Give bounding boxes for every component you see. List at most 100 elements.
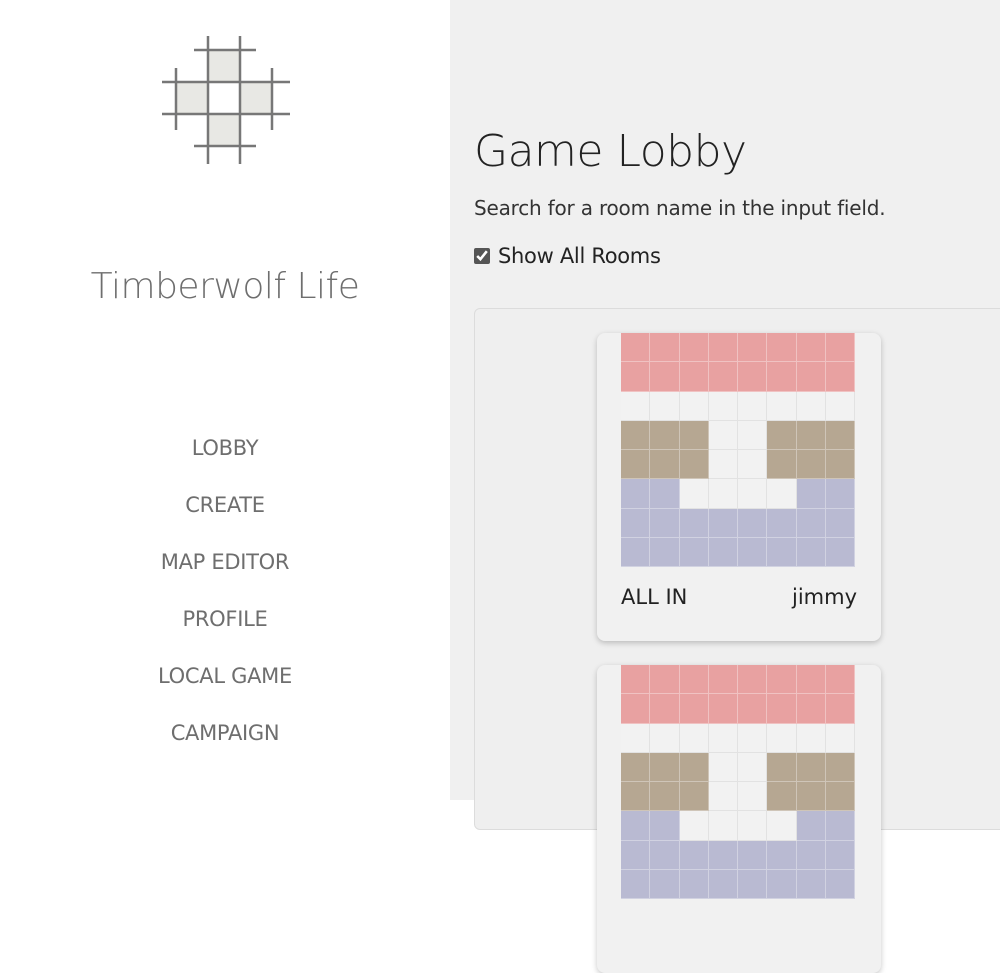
map-tile — [679, 665, 709, 695]
page-subtitle: Search for a room name in the input fiel… — [474, 196, 886, 220]
map-tile — [767, 420, 797, 450]
map-tile — [796, 420, 826, 450]
main-content: Game Lobby Search for a room name in the… — [450, 0, 1000, 973]
map-tile — [621, 450, 651, 480]
map-tile — [738, 391, 768, 421]
map-tile — [738, 723, 768, 753]
map-tile — [708, 362, 738, 392]
map-tile — [767, 694, 797, 724]
map-tile — [621, 811, 651, 841]
map-tile — [650, 450, 680, 480]
map-tile — [825, 537, 855, 567]
map-tile — [679, 450, 709, 480]
map-tile — [650, 782, 680, 812]
map-tile — [708, 450, 738, 480]
map-tile — [708, 508, 738, 538]
map-tile — [708, 333, 738, 363]
map-tile — [796, 869, 826, 899]
map-tile — [621, 723, 651, 753]
map-tile — [650, 840, 680, 870]
map-tile — [796, 665, 826, 695]
map-tile — [621, 391, 651, 421]
map-tile — [738, 752, 768, 782]
map-tile — [767, 752, 797, 782]
map-tile — [708, 537, 738, 567]
nav-item-map-editor[interactable]: MAP EDITOR — [0, 542, 450, 599]
map-tile — [796, 537, 826, 567]
map-tile — [708, 391, 738, 421]
map-tile — [825, 840, 855, 870]
map-tile — [767, 869, 797, 899]
main-nav: LOBBY CREATE MAP EDITOR PROFILE LOCAL GA… — [0, 428, 450, 770]
map-tile — [767, 782, 797, 812]
map-tile — [679, 479, 709, 509]
map-tile — [650, 479, 680, 509]
map-tile — [796, 508, 826, 538]
map-tile — [825, 811, 855, 841]
map-tile — [621, 420, 651, 450]
map-tile — [796, 723, 826, 753]
map-tile — [738, 537, 768, 567]
page-title: Game Lobby — [474, 126, 747, 177]
map-tile — [679, 782, 709, 812]
app-logo-icon — [162, 36, 290, 164]
map-tile — [738, 782, 768, 812]
room-owner: jimmy — [791, 585, 857, 609]
map-tile — [708, 782, 738, 812]
map-tile — [650, 752, 680, 782]
sidebar: Timberwolf Life LOBBY CREATE MAP EDITOR … — [0, 0, 450, 800]
map-tile — [738, 665, 768, 695]
map-tile — [621, 537, 651, 567]
map-tile — [825, 450, 855, 480]
room-card[interactable] — [597, 665, 881, 973]
map-tile — [825, 333, 855, 363]
room-card[interactable]: ALL IN jimmy — [597, 333, 881, 641]
map-tile — [708, 840, 738, 870]
map-tile — [738, 508, 768, 538]
room-status: ALL IN — [621, 585, 688, 609]
map-tile — [708, 811, 738, 841]
nav-item-campaign[interactable]: CAMPAIGN — [0, 713, 450, 770]
map-tile — [767, 391, 797, 421]
map-tile — [796, 840, 826, 870]
show-all-rooms-label[interactable]: Show All Rooms — [498, 244, 661, 268]
map-tile — [767, 479, 797, 509]
map-tile — [621, 869, 651, 899]
map-tile — [796, 811, 826, 841]
map-tile — [650, 420, 680, 450]
nav-item-profile[interactable]: PROFILE — [0, 599, 450, 656]
map-tile — [679, 811, 709, 841]
map-tile — [825, 723, 855, 753]
map-tile — [621, 665, 651, 695]
map-tile — [650, 869, 680, 899]
nav-item-create[interactable]: CREATE — [0, 485, 450, 542]
app-title: Timberwolf Life — [90, 266, 360, 307]
map-tile — [825, 869, 855, 899]
map-tile — [767, 723, 797, 753]
map-tile — [738, 362, 768, 392]
map-tile — [738, 869, 768, 899]
map-tile — [679, 391, 709, 421]
map-tile — [650, 391, 680, 421]
map-tile — [825, 420, 855, 450]
map-tile — [621, 508, 651, 538]
map-tile — [679, 420, 709, 450]
nav-item-local-game[interactable]: LOCAL GAME — [0, 656, 450, 713]
map-tile — [825, 782, 855, 812]
map-tile — [679, 752, 709, 782]
map-tile — [679, 723, 709, 753]
map-tile — [621, 782, 651, 812]
map-tile — [708, 723, 738, 753]
map-tile — [708, 694, 738, 724]
map-tile — [738, 840, 768, 870]
map-tile — [650, 508, 680, 538]
map-tile — [825, 752, 855, 782]
map-tile — [650, 537, 680, 567]
map-tile — [738, 450, 768, 480]
map-tile — [825, 694, 855, 724]
nav-item-lobby[interactable]: LOBBY — [0, 428, 450, 485]
show-all-rooms-checkbox[interactable] — [474, 248, 490, 264]
map-tile — [621, 333, 651, 363]
map-tile — [767, 362, 797, 392]
map-tile — [738, 420, 768, 450]
